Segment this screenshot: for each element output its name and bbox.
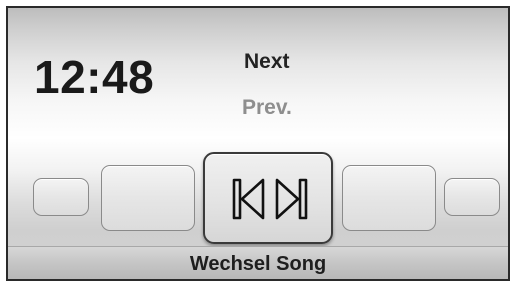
display-screen: 12:48 Next Prev. Wechsel Song: [6, 6, 510, 281]
menu-item-prev[interactable]: Prev.: [242, 96, 292, 120]
menu-item-next[interactable]: Next: [244, 50, 290, 74]
selected-function-label: Wechsel Song: [189, 253, 327, 275]
carousel-tile-left[interactable]: [101, 165, 195, 231]
skip-prev-next-icon: [232, 178, 308, 220]
carousel-tile-selected[interactable]: [203, 152, 333, 244]
carousel-tile-right[interactable]: [342, 165, 436, 231]
clock-time: 12:48: [34, 51, 155, 103]
carousel-tile-far-right[interactable]: [444, 178, 500, 216]
carousel-tile-far-left[interactable]: [33, 178, 89, 216]
